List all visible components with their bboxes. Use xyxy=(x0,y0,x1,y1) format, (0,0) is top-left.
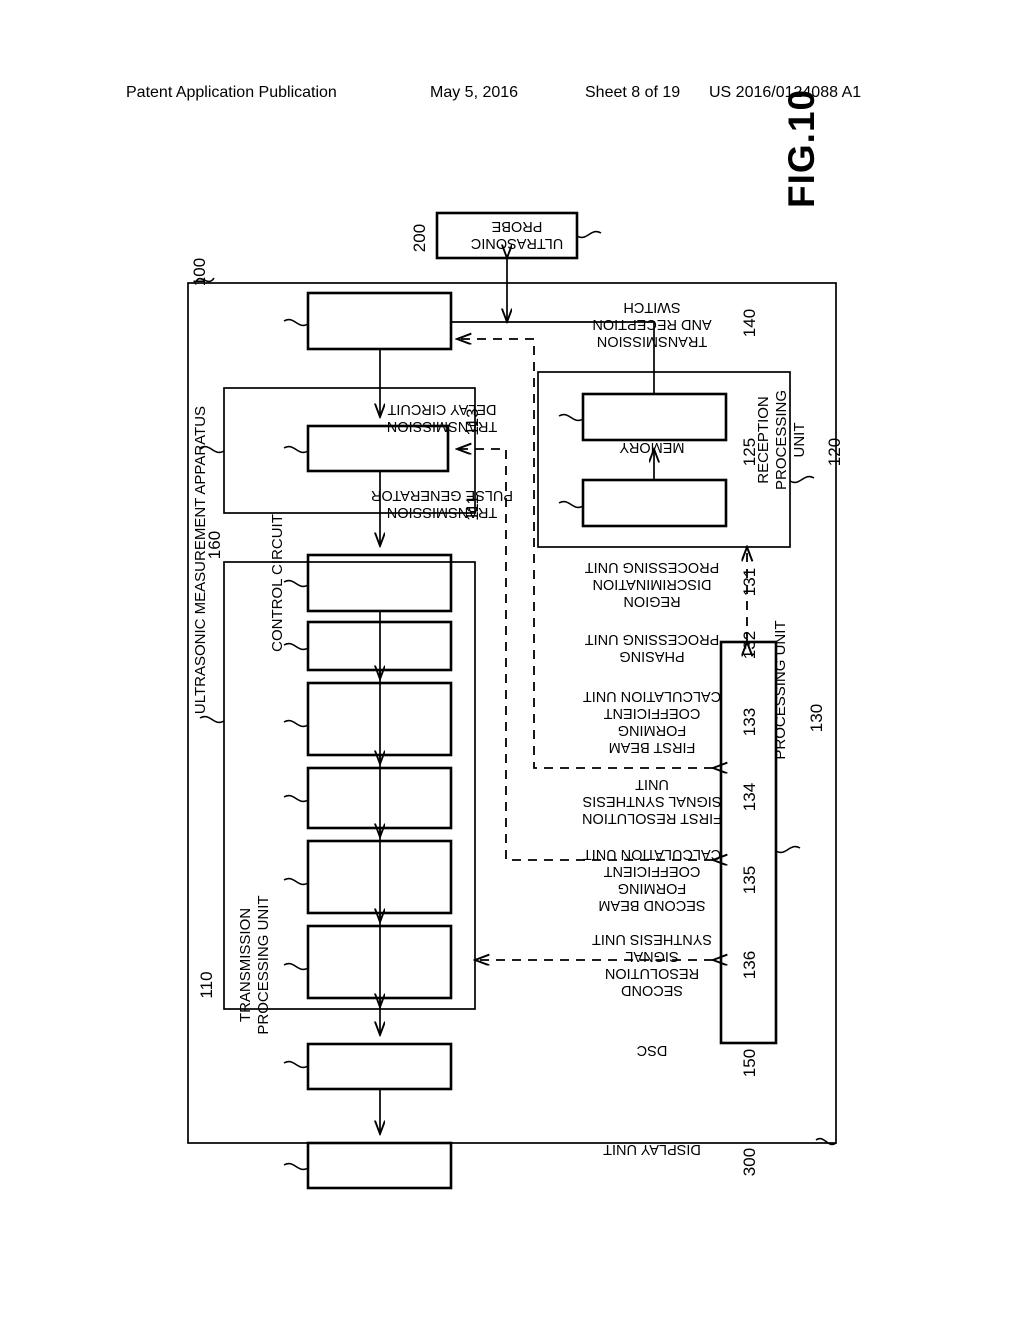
label-region-disc: REGION DISCRIMINATION PROCESSING UNIT xyxy=(585,559,720,609)
label-apparatus: ULTRASONIC MEASUREMENT APPARATUS xyxy=(192,406,209,714)
label-first-res: FIRST RESOLUTION SIGNAL SYNTHESIS UNIT xyxy=(582,776,722,826)
ref-100: 100 xyxy=(190,258,209,286)
ref-130: 130 xyxy=(807,704,826,732)
label-transmission-unit-1: TRANSMISSION xyxy=(237,908,254,1022)
svg-text:SWITCH: SWITCH xyxy=(623,299,680,315)
svg-text:AND RECEPTION: AND RECEPTION xyxy=(592,316,711,332)
svg-text:FIRST BEAM: FIRST BEAM xyxy=(609,739,696,755)
label-phasing: PHASING PROCESSING UNIT xyxy=(585,631,720,664)
svg-text:SECOND BEAM: SECOND BEAM xyxy=(598,897,705,913)
block-switch xyxy=(306,291,453,351)
svg-text:CALCULATION UNIT: CALCULATION UNIT xyxy=(583,688,721,704)
svg-text:SYNTHESIS UNIT: SYNTHESIS UNIT xyxy=(592,931,712,947)
figure-canvas: DISPLAY UNIT 300 DSC 150 SECOND RESOLUTI… xyxy=(0,0,1024,1320)
label-reception-unit-2: PROCESSING xyxy=(773,390,790,490)
ref-135: 135 xyxy=(740,866,759,894)
svg-text:REGION: REGION xyxy=(623,593,680,609)
ref-120: 120 xyxy=(825,438,844,466)
ref-200: 200 xyxy=(410,224,429,252)
svg-text:UNIT: UNIT xyxy=(635,776,669,792)
ref-110: 110 xyxy=(197,971,216,998)
apparatus-outline xyxy=(187,282,837,1144)
svg-text:ULTRASONIC: ULTRASONIC xyxy=(471,235,563,251)
label-processing-unit: PROCESSING UNIT xyxy=(772,620,789,759)
svg-text:DISPLAY UNIT: DISPLAY UNIT xyxy=(603,1141,701,1157)
label-second-res: SECOND RESOLUTION SIGNAL SYNTHESIS UNIT xyxy=(592,931,712,998)
label-second-bf: SECOND BEAM FORMING COEFFICIENT CALCULAT… xyxy=(583,846,721,913)
ref-132: 132 xyxy=(740,631,759,659)
label-dsc: DSC xyxy=(637,1042,668,1058)
svg-text:COEFFICIENT: COEFFICIENT xyxy=(604,863,701,879)
svg-text:FIRST RESOLUTION: FIRST RESOLUTION xyxy=(582,810,722,826)
ref-136: 136 xyxy=(740,951,759,979)
svg-text:DSC: DSC xyxy=(637,1042,668,1058)
label-probe: ULTRASONIC PROBE xyxy=(471,218,563,251)
label-transmission-unit-2: PROCESSING UNIT xyxy=(255,895,272,1034)
ref-300: 300 xyxy=(740,1148,759,1176)
svg-text:PROBE: PROBE xyxy=(491,218,542,234)
label-memory: MEMORY xyxy=(619,439,684,455)
svg-text:SECOND: SECOND xyxy=(621,982,683,998)
svg-text:FORMING: FORMING xyxy=(618,880,686,896)
svg-text:RESOLUTION: RESOLUTION xyxy=(605,965,699,981)
label-switch: TRANSMISSION AND RECEPTION SWITCH xyxy=(592,299,711,349)
label-reception-unit-1: RECEPTION xyxy=(755,396,772,484)
ref-134: 134 xyxy=(740,783,759,811)
ref-131: 131 xyxy=(740,568,759,596)
label-control-circuit: CONTROL CIRCUIT xyxy=(269,514,286,652)
label-display: DISPLAY UNIT xyxy=(603,1141,701,1157)
svg-text:FORMING: FORMING xyxy=(618,722,686,738)
block-pulse-generator xyxy=(581,478,728,528)
svg-text:SIGNAL: SIGNAL xyxy=(625,948,678,964)
svg-text:TRANSMISSION: TRANSMISSION xyxy=(597,333,707,349)
svg-text:SIGNAL SYNTHESIS: SIGNAL SYNTHESIS xyxy=(583,793,722,809)
ref-111: 111 xyxy=(463,495,482,521)
ref-113: 113 xyxy=(463,408,482,435)
svg-text:PROCESSING UNIT: PROCESSING UNIT xyxy=(585,631,720,647)
svg-text:PULSE GENERATOR: PULSE GENERATOR xyxy=(371,487,513,503)
ref-150: 150 xyxy=(740,1049,759,1077)
block-dsc xyxy=(306,1042,453,1091)
label-first-bf: FIRST BEAM FORMING COEFFICIENT CALCULATI… xyxy=(583,688,721,755)
label-reception-unit-3: UNIT xyxy=(791,423,808,458)
svg-text:PHASING: PHASING xyxy=(619,648,684,664)
block-display xyxy=(306,1141,453,1190)
ref-140: 140 xyxy=(740,309,759,337)
svg-text:PROCESSING UNIT: PROCESSING UNIT xyxy=(585,559,720,575)
svg-text:MEMORY: MEMORY xyxy=(619,439,684,455)
block-region-disc xyxy=(306,553,453,613)
ref-133: 133 xyxy=(740,708,759,736)
block-control-circuit xyxy=(719,640,778,1045)
svg-text:DISCRIMINATION: DISCRIMINATION xyxy=(593,576,712,592)
svg-text:CALCULATION UNIT: CALCULATION UNIT xyxy=(583,846,721,862)
label-pulse-generator: TRANSMISSION PULSE GENERATOR xyxy=(371,487,513,520)
block-delay-circuit xyxy=(581,392,728,442)
svg-text:COEFFICIENT: COEFFICIENT xyxy=(604,705,701,721)
